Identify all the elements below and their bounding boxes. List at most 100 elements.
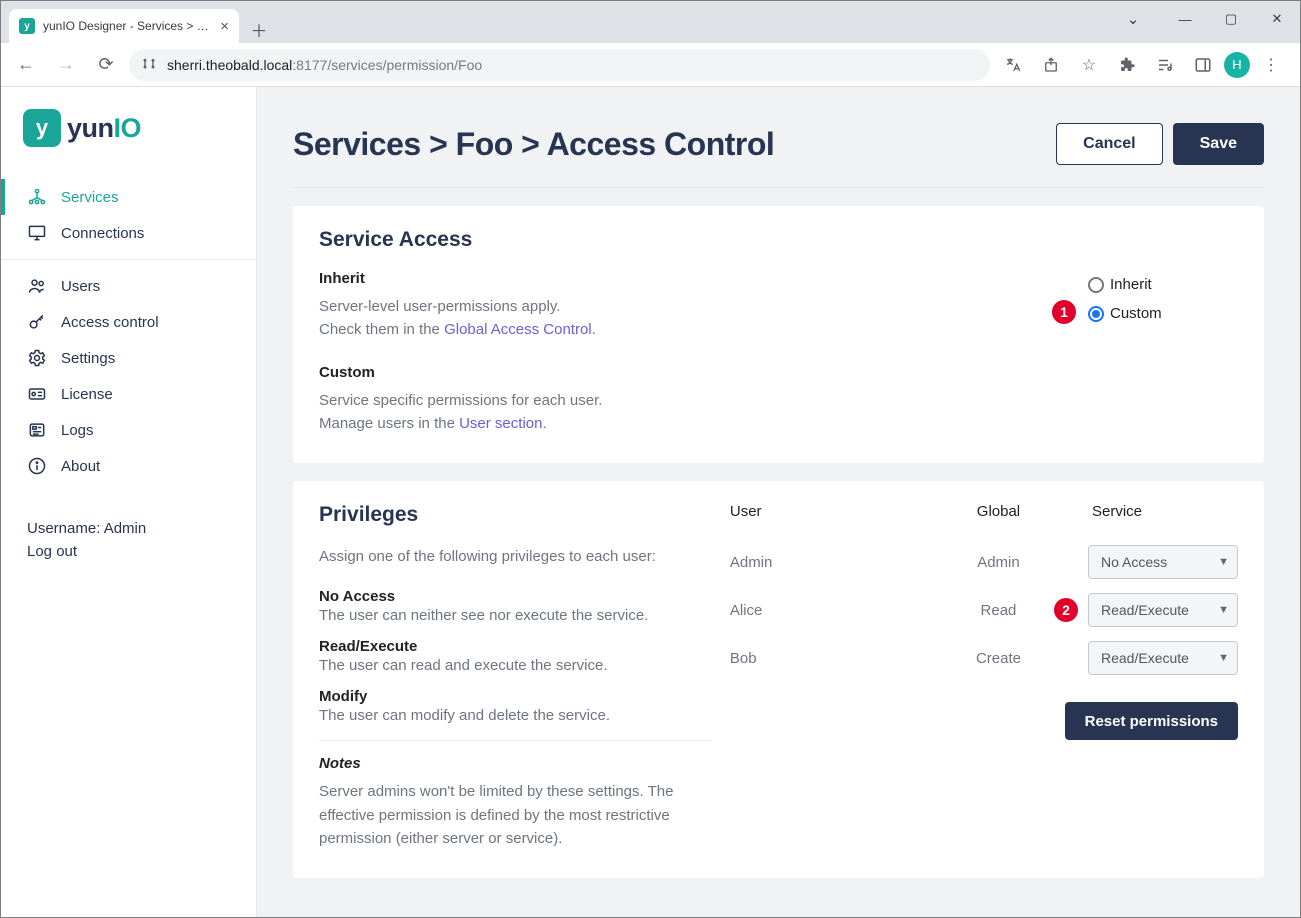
privilege-modify: Modify The user can modify and delete th… <box>319 688 710 724</box>
sidepanel-icon[interactable] <box>1186 48 1220 82</box>
chevron-down-icon[interactable]: ⌄ <box>1110 1 1156 37</box>
sidebar-item-about[interactable]: About <box>1 448 256 484</box>
notes-heading: Notes <box>319 755 710 772</box>
table-row: Alice Read 2 Read/Execute▼ <box>730 586 1238 634</box>
sidebar-item-label: Logs <box>61 422 94 439</box>
connections-icon <box>27 223 47 243</box>
sidebar-item-label: Settings <box>61 350 115 367</box>
window-controls: ⌄ — ▢ ✕ <box>1110 1 1300 37</box>
chevron-down-icon: ▼ <box>1218 652 1229 664</box>
inherit-desc: Server-level user-permissions apply. Che… <box>319 295 1048 342</box>
radio-label: Custom <box>1110 305 1162 322</box>
sidebar-item-users[interactable]: Users <box>1 268 256 304</box>
maximize-button[interactable]: ▢ <box>1208 1 1254 37</box>
save-button[interactable]: Save <box>1173 123 1264 165</box>
site-settings-icon[interactable] <box>141 55 157 74</box>
sidebar-item-logs[interactable]: Logs <box>1 412 256 448</box>
reset-permissions-button[interactable]: Reset permissions <box>1065 702 1238 740</box>
global-access-link[interactable]: Global Access Control <box>444 321 592 338</box>
bookmark-icon[interactable]: ☆ <box>1072 48 1106 82</box>
table-row: Admin Admin No Access▼ <box>730 538 1238 586</box>
inherit-heading: Inherit <box>319 270 1048 287</box>
table-row: Bob Create Read/Execute▼ <box>730 634 1238 682</box>
logs-icon <box>27 420 47 440</box>
radio-icon <box>1088 277 1104 293</box>
sidebar-item-services[interactable]: Services <box>1 179 256 215</box>
forward-button[interactable]: → <box>49 48 83 82</box>
close-window-button[interactable]: ✕ <box>1254 1 1300 37</box>
user-section-link[interactable]: User section <box>459 415 542 432</box>
username-label: Username: Admin <box>27 518 230 541</box>
sidebar: y yunIO Services Connections <box>1 87 257 917</box>
cell-global: Create <box>909 650 1088 667</box>
table-header: User Global Service <box>730 503 1238 538</box>
sidebar-footer: Username: Admin Log out <box>1 500 256 581</box>
sidebar-item-label: About <box>61 458 100 475</box>
sidebar-item-label: Services <box>61 189 119 206</box>
divider <box>293 187 1264 188</box>
license-icon <box>27 384 47 404</box>
info-icon <box>27 456 47 476</box>
reload-button[interactable]: ⟳ <box>89 48 123 82</box>
sidebar-item-label: License <box>61 386 113 403</box>
card-title: Service Access <box>319 228 1238 252</box>
cell-user: Admin <box>730 554 909 571</box>
browser-tab-strip: y yunIO Designer - Services > Foo × ＋ ⌄ … <box>1 1 1300 43</box>
extensions-icon[interactable] <box>1110 48 1144 82</box>
privilege-read-execute: Read/Execute The user can read and execu… <box>319 638 710 674</box>
radio-custom[interactable]: Custom <box>1088 305 1238 322</box>
sidebar-item-settings[interactable]: Settings <box>1 340 256 376</box>
close-icon[interactable]: × <box>220 18 229 35</box>
sidebar-item-label: Connections <box>61 225 144 242</box>
browser-tab[interactable]: y yunIO Designer - Services > Foo × <box>9 9 239 43</box>
sidebar-item-label: Users <box>61 278 100 295</box>
radio-icon <box>1088 306 1104 322</box>
profile-avatar[interactable]: H <box>1224 52 1250 78</box>
cancel-button[interactable]: Cancel <box>1056 123 1162 165</box>
tab-favicon: y <box>19 18 35 34</box>
logo-mark: y <box>23 109 61 147</box>
browser-toolbar: ← → ⟳ sherri.theobald.local:8177/service… <box>1 43 1300 87</box>
kebab-menu-icon[interactable]: ⋮ <box>1254 48 1288 82</box>
radio-label: Inherit <box>1110 276 1152 293</box>
key-icon <box>27 312 47 332</box>
divider <box>319 740 710 741</box>
radio-inherit[interactable]: Inherit <box>1088 276 1238 293</box>
address-bar[interactable]: sherri.theobald.local:8177/services/perm… <box>129 49 990 81</box>
annotation-1: 1 <box>1052 300 1076 324</box>
service-permission-select[interactable]: Read/Execute▼ <box>1088 641 1238 675</box>
annotation-2: 2 <box>1054 598 1078 622</box>
sidebar-item-connections[interactable]: Connections <box>1 215 256 251</box>
service-permission-select[interactable]: No Access▼ <box>1088 545 1238 579</box>
custom-heading: Custom <box>319 364 1048 381</box>
service-access-card: Service Access Inherit Server-level user… <box>293 206 1264 463</box>
minimize-button[interactable]: — <box>1162 1 1208 37</box>
sidebar-item-label: Access control <box>61 314 159 331</box>
sidebar-item-access-control[interactable]: Access control <box>1 304 256 340</box>
translate-icon[interactable] <box>996 48 1030 82</box>
main-content: Services > Foo > Access Control Cancel S… <box>257 87 1300 917</box>
privileges-card: Privileges Assign one of the following p… <box>293 481 1264 878</box>
sidebar-item-license[interactable]: License <box>1 376 256 412</box>
tab-title: yunIO Designer - Services > Foo <box>43 19 212 33</box>
share-icon[interactable] <box>1034 48 1068 82</box>
notes-body: Server admins won't be limited by these … <box>319 780 710 850</box>
app-logo: y yunIO <box>1 87 256 175</box>
logout-link[interactable]: Log out <box>27 543 77 560</box>
chevron-down-icon: ▼ <box>1218 604 1229 616</box>
privileges-table: User Global Service Admin Admin No Acces… <box>730 503 1238 740</box>
new-tab-button[interactable]: ＋ <box>245 15 273 43</box>
service-permission-select[interactable]: Read/Execute▼ <box>1088 593 1238 627</box>
services-icon <box>27 187 47 207</box>
playlist-icon[interactable] <box>1148 48 1182 82</box>
cell-global: Admin <box>909 554 1088 571</box>
url-text: sherri.theobald.local:8177/services/perm… <box>167 57 978 73</box>
privilege-no-access: No Access The user can neither see nor e… <box>319 588 710 624</box>
gear-icon <box>27 348 47 368</box>
cell-user: Alice <box>730 602 909 619</box>
card-title: Privileges <box>319 503 710 527</box>
back-button[interactable]: ← <box>9 48 43 82</box>
breadcrumb: Services > Foo > Access Control <box>293 126 774 163</box>
chevron-down-icon: ▼ <box>1218 556 1229 568</box>
custom-desc: Service specific permissions for each us… <box>319 389 1048 436</box>
